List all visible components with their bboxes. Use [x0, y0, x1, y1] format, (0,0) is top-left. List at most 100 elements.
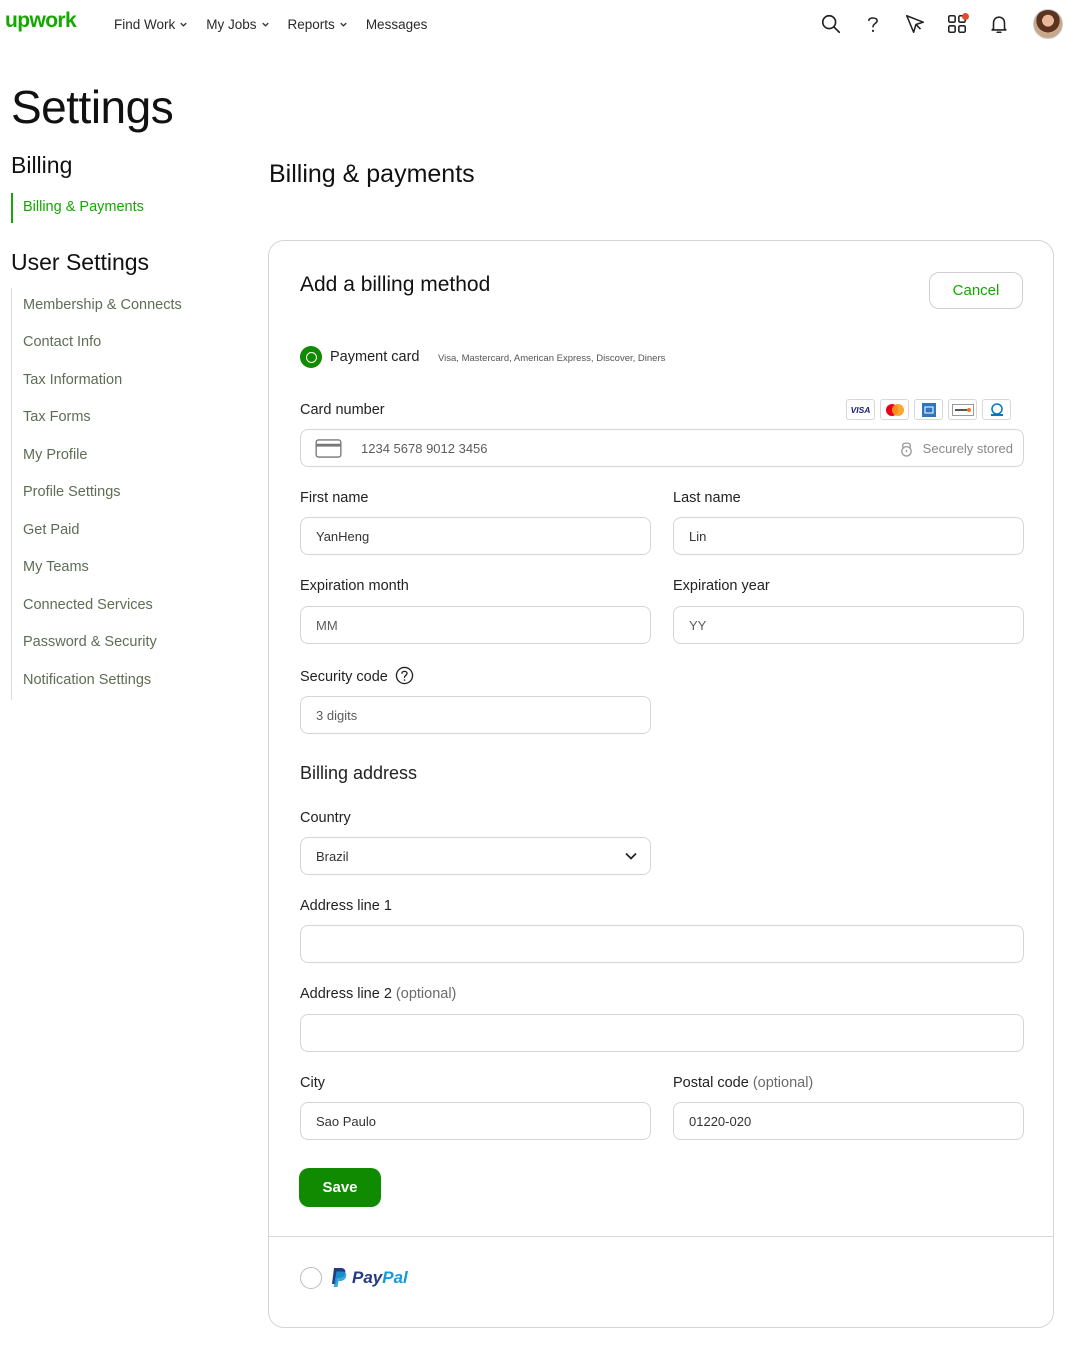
sidebar-item-profile-settings[interactable]: Profile Settings [23, 484, 121, 500]
first-name-input[interactable]: YanHeng [300, 517, 651, 555]
upwork-logo[interactable]: upwork [5, 9, 77, 33]
top-navigation: upwork Find Work My Jobs Reports Message… [0, 0, 1079, 50]
securely-stored-indicator: Securely stored [899, 440, 1013, 457]
lock-icon [900, 441, 912, 457]
country-value: Brazil [316, 848, 349, 864]
nav-links: Find Work My Jobs Reports Messages [114, 17, 427, 32]
city-label: City [300, 1075, 325, 1091]
nav-reports[interactable]: Reports [288, 17, 348, 32]
visa-logo-text: VISA [850, 404, 871, 415]
expiration-month-placeholder: MM [316, 617, 338, 633]
address-line-1-input[interactable] [300, 925, 1024, 963]
sidebar-group-billing: Billing & Payments [11, 193, 211, 223]
bell-icon[interactable] [987, 12, 1011, 36]
avatar[interactable] [1033, 9, 1063, 39]
expiration-year-input[interactable]: YY [673, 606, 1024, 644]
nav-messages-label: Messages [365, 17, 428, 32]
send-icon[interactable] [903, 12, 927, 36]
paypal-wordmark-pay: Pay [352, 1267, 383, 1287]
chevron-down-icon [180, 22, 187, 27]
sidebar-item-my-profile[interactable]: My Profile [23, 447, 87, 463]
cancel-button[interactable]: Cancel [929, 272, 1023, 309]
sidebar-group-user-settings: Membership & Connects Contact Info Tax I… [11, 288, 231, 700]
first-name-value: YanHeng [316, 528, 370, 544]
sidebar-item-tax-information[interactable]: Tax Information [23, 372, 122, 388]
billing-address-heading: Billing address [300, 763, 418, 783]
paypal-radio[interactable] [300, 1267, 322, 1289]
sidebar-heading-billing: Billing [11, 152, 73, 178]
last-name-label: Last name [673, 490, 741, 506]
sidebar-item-notification-settings[interactable]: Notification Settings [23, 672, 151, 688]
last-name-input[interactable]: Lin [673, 517, 1024, 555]
securely-stored-text: Securely stored [922, 440, 1013, 456]
payment-card-hint: Visa, Mastercard, American Express, Disc… [438, 353, 666, 364]
page-title: Settings [11, 81, 174, 133]
address-line-2-input[interactable] [300, 1014, 1024, 1052]
last-name-value: Lin [689, 528, 707, 544]
country-select[interactable]: Brazil [300, 837, 651, 875]
save-button[interactable]: Save [299, 1168, 381, 1207]
sidebar-item-my-teams[interactable]: My Teams [23, 559, 89, 575]
security-code-placeholder: 3 digits [316, 707, 358, 723]
notification-dot [962, 13, 969, 20]
card-number-input[interactable]: 1234 5678 9012 3456 Securely stored [300, 429, 1024, 467]
accepted-card-logos: VISA [846, 399, 1011, 420]
nav-my-jobs-label: My Jobs [206, 17, 257, 32]
optional-tag: (optional) [752, 1075, 814, 1091]
chevron-down-icon [261, 22, 269, 27]
address-line-1-label: Address line 1 [300, 898, 392, 914]
chevron-down-icon [340, 22, 347, 27]
card-number-label: Card number [300, 402, 385, 418]
sidebar-item-tax-forms[interactable]: Tax Forms [23, 409, 91, 425]
paypal-p-icon [332, 1268, 347, 1287]
expiration-month-label: Expiration month [300, 578, 409, 594]
help-icon[interactable] [861, 12, 885, 36]
apps-icon[interactable] [945, 12, 969, 36]
city-input[interactable]: Sao Paulo [300, 1102, 651, 1140]
credit-card-icon [315, 438, 342, 458]
expiration-year-label: Expiration year [673, 578, 770, 594]
visa-logo: VISA [846, 399, 875, 420]
chevron-down-icon [625, 852, 637, 860]
sidebar-heading-user-settings: User Settings [11, 249, 150, 275]
security-code-label: Security code [300, 669, 388, 685]
postal-code-value: 01220-020 [689, 1113, 752, 1129]
expiration-month-input[interactable]: MM [300, 606, 651, 644]
sidebar-item-get-paid[interactable]: Get Paid [23, 522, 79, 538]
nav-find-work-label: Find Work [114, 17, 176, 32]
expiration-year-placeholder: YY [689, 617, 707, 633]
mastercard-logo [880, 399, 909, 420]
nav-my-jobs[interactable]: My Jobs [206, 17, 269, 32]
billing-method-card: Add a billing method Cancel Payment card… [268, 240, 1054, 1328]
discover-logo [948, 399, 977, 420]
payment-card-radio[interactable] [300, 346, 322, 368]
country-label: Country [300, 810, 351, 826]
sidebar-item-membership[interactable]: Membership & Connects [23, 297, 182, 313]
paypal-option[interactable]: PayPal [330, 1267, 408, 1288]
amex-logo [914, 399, 943, 420]
card-number-placeholder: 1234 5678 9012 3456 [361, 440, 488, 456]
nav-reports-label: Reports [287, 17, 335, 32]
sidebar-item-billing-payments[interactable]: Billing & Payments [23, 199, 144, 215]
sidebar-item-connected-services[interactable]: Connected Services [23, 597, 153, 613]
question-circle-icon[interactable] [395, 666, 414, 685]
radio-inner-ring [305, 351, 317, 363]
address-line-2-label-text: Address line 2 [300, 986, 392, 1002]
nav-messages[interactable]: Messages [366, 17, 428, 32]
first-name-label: First name [300, 490, 369, 506]
postal-code-input[interactable]: 01220-020 [673, 1102, 1024, 1140]
sidebar-item-contact-info[interactable]: Contact Info [23, 334, 101, 350]
nav-icon-bar [819, 9, 1063, 39]
paypal-wordmark-pal: Pal [382, 1267, 408, 1287]
diners-logo [982, 399, 1011, 420]
search-icon[interactable] [819, 12, 843, 36]
address-line-2-label: Address line 2 (optional) [300, 986, 456, 1002]
postal-code-label-text: Postal code [673, 1075, 749, 1091]
security-code-input[interactable]: 3 digits [300, 696, 651, 734]
security-code-label-row: Security code [300, 666, 414, 685]
postal-code-label: Postal code (optional) [673, 1075, 813, 1091]
nav-find-work[interactable]: Find Work [114, 17, 188, 32]
sidebar-item-password-security[interactable]: Password & Security [23, 634, 157, 650]
card-title: Add a billing method [300, 273, 491, 296]
payment-card-label[interactable]: Payment card [330, 349, 419, 365]
